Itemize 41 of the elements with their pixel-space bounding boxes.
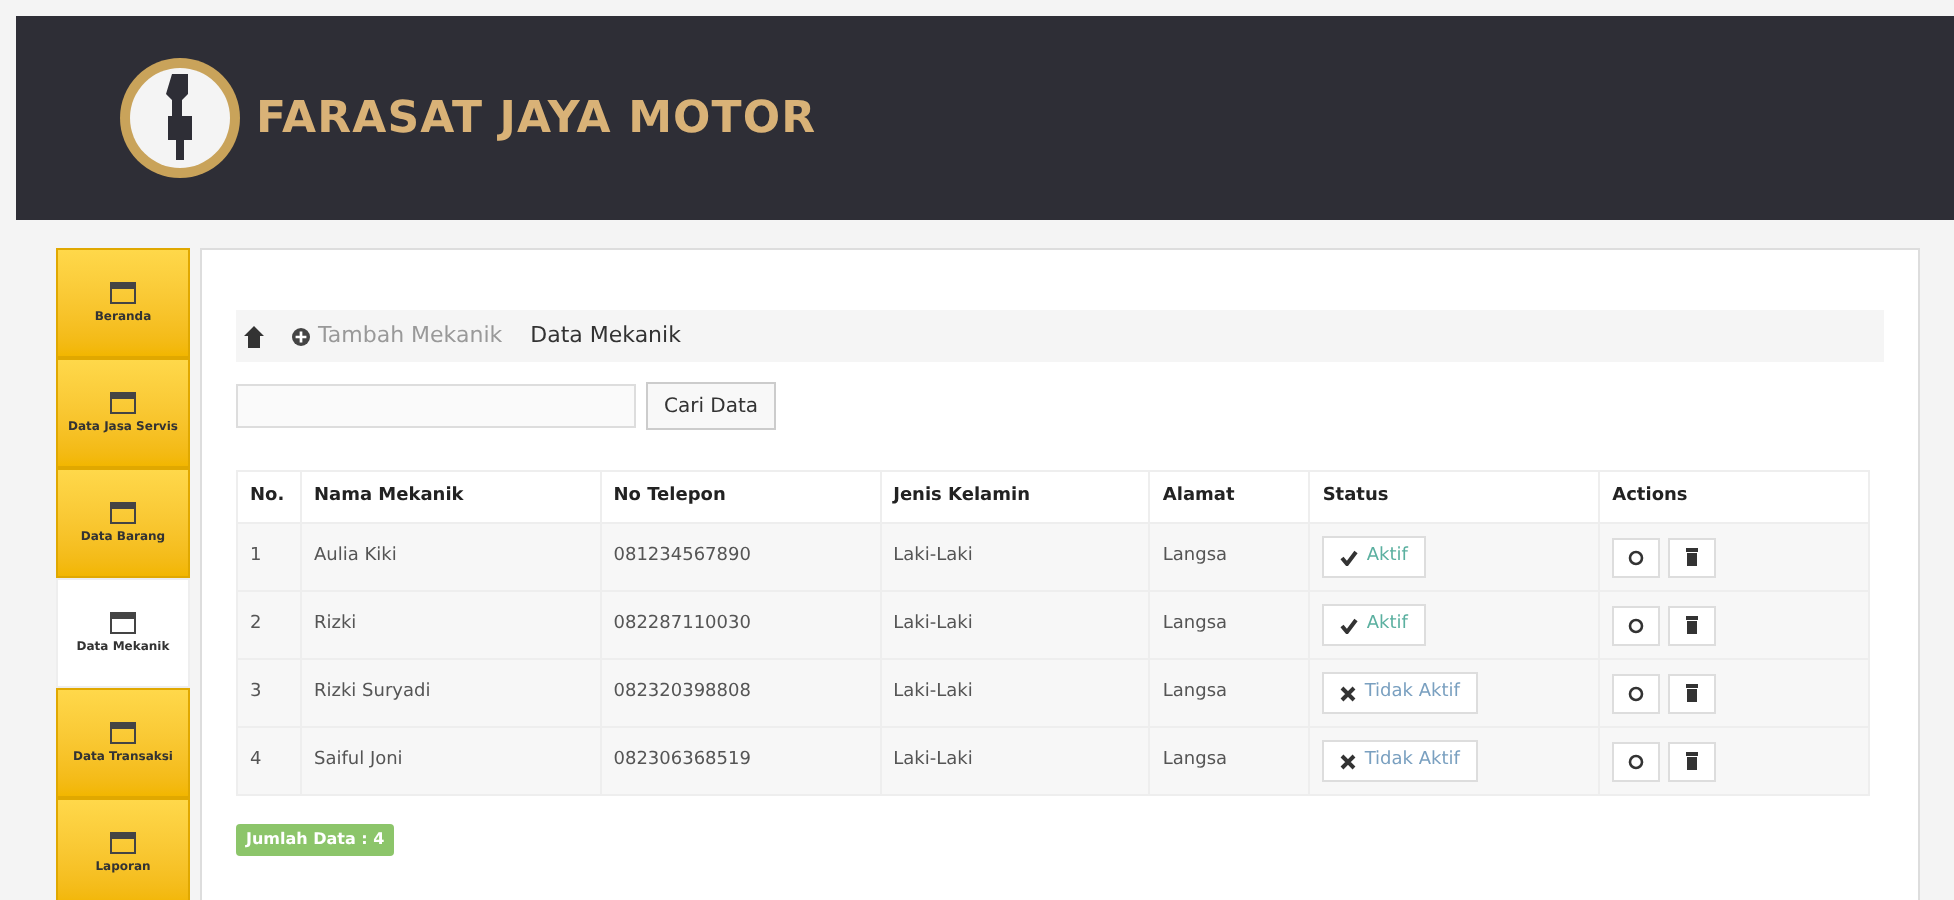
edit-button[interactable]	[1612, 741, 1661, 781]
plus-circle-icon	[292, 327, 310, 345]
window-icon	[110, 392, 136, 414]
delete-button[interactable]	[1668, 741, 1717, 781]
table-cell: Saiful Joni	[300, 727, 601, 795]
search-button[interactable]: Cari Data	[646, 382, 777, 430]
search-field[interactable]	[236, 384, 636, 428]
refresh-icon	[1628, 753, 1645, 769]
window-icon	[110, 832, 136, 854]
window-icon	[110, 722, 136, 744]
refresh-icon	[1628, 617, 1645, 633]
delete-button[interactable]	[1668, 605, 1717, 645]
breadcrumb-current: Data Mekanik	[530, 319, 681, 352]
total-badge: Jumlah Data : 4	[236, 824, 395, 856]
window-icon	[110, 282, 136, 304]
delete-button[interactable]	[1668, 537, 1717, 577]
column-header: No.	[237, 471, 301, 523]
refresh-icon	[1628, 685, 1645, 701]
trash-icon	[1686, 684, 1699, 702]
window-icon	[110, 502, 136, 524]
home-icon[interactable]	[244, 325, 264, 347]
column-header: No Telepon	[600, 471, 881, 523]
table-cell: 082306368519	[600, 727, 881, 795]
table-cell: Laki-Laki	[880, 727, 1150, 795]
refresh-icon	[1628, 549, 1645, 565]
wrench-logo-icon	[116, 54, 244, 182]
table-cell: 4	[237, 727, 301, 795]
column-header: Actions	[1599, 471, 1869, 523]
column-header: Jenis Kelamin	[880, 471, 1150, 523]
window-icon	[110, 612, 136, 634]
table-cell: Langsa	[1149, 727, 1310, 795]
trash-icon	[1686, 616, 1699, 634]
edit-button[interactable]	[1612, 605, 1661, 645]
column-header: Nama Mekanik	[300, 471, 601, 523]
trash-icon	[1686, 548, 1699, 566]
delete-button[interactable]	[1668, 673, 1717, 713]
column-header: Status	[1309, 471, 1600, 523]
brand-title: FARASAT JAYA MOTOR	[256, 91, 817, 147]
edit-button[interactable]	[1612, 537, 1661, 577]
edit-button[interactable]	[1612, 673, 1661, 713]
trash-icon	[1686, 752, 1699, 770]
